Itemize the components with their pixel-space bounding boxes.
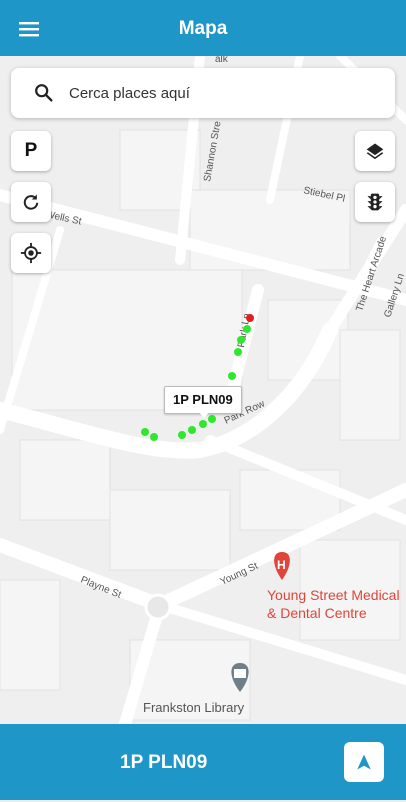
traffic-light-icon: [367, 193, 383, 211]
search-icon: [35, 84, 53, 102]
layers-button[interactable]: [355, 131, 395, 171]
marker-label[interactable]: 1P PLN09: [164, 386, 242, 414]
app-bar: Mapa: [0, 0, 406, 56]
search-bar[interactable]: Cerca places aquí: [11, 68, 395, 118]
track-point: [237, 336, 245, 344]
selected-item-label: 1P PLN09: [120, 752, 208, 773]
track-end-point: [246, 314, 254, 322]
track-point: [234, 348, 242, 356]
track-point: [243, 325, 251, 333]
crosshair-icon: [20, 242, 42, 264]
poi-label-medical-line2: & Dental Centre: [267, 605, 367, 621]
my-location-button[interactable]: [11, 233, 51, 273]
track-point: [141, 428, 149, 436]
navigation-arrow-icon: [357, 754, 371, 770]
track-point: [150, 433, 158, 441]
track-point: [199, 420, 207, 428]
marker-pointer: [198, 411, 210, 418]
book-icon: [234, 669, 246, 678]
page-title: Mapa: [178, 18, 228, 39]
navigate-button[interactable]: [344, 742, 384, 782]
poi-label-library: Frankston Library: [143, 700, 245, 715]
search-input[interactable]: Cerca places aquí: [69, 68, 190, 120]
traffic-button[interactable]: [355, 182, 395, 222]
track-point: [188, 426, 196, 434]
refresh-button[interactable]: [11, 182, 51, 222]
parking-button[interactable]: P: [11, 131, 51, 171]
layers-icon: [366, 143, 384, 160]
poi-label-medical-line1: Young Street Medical: [267, 587, 400, 603]
refresh-icon: [23, 194, 39, 210]
track-point: [228, 372, 236, 380]
hospital-icon: H: [277, 558, 286, 572]
track-point: [178, 431, 186, 439]
parking-icon: P: [24, 140, 38, 161]
